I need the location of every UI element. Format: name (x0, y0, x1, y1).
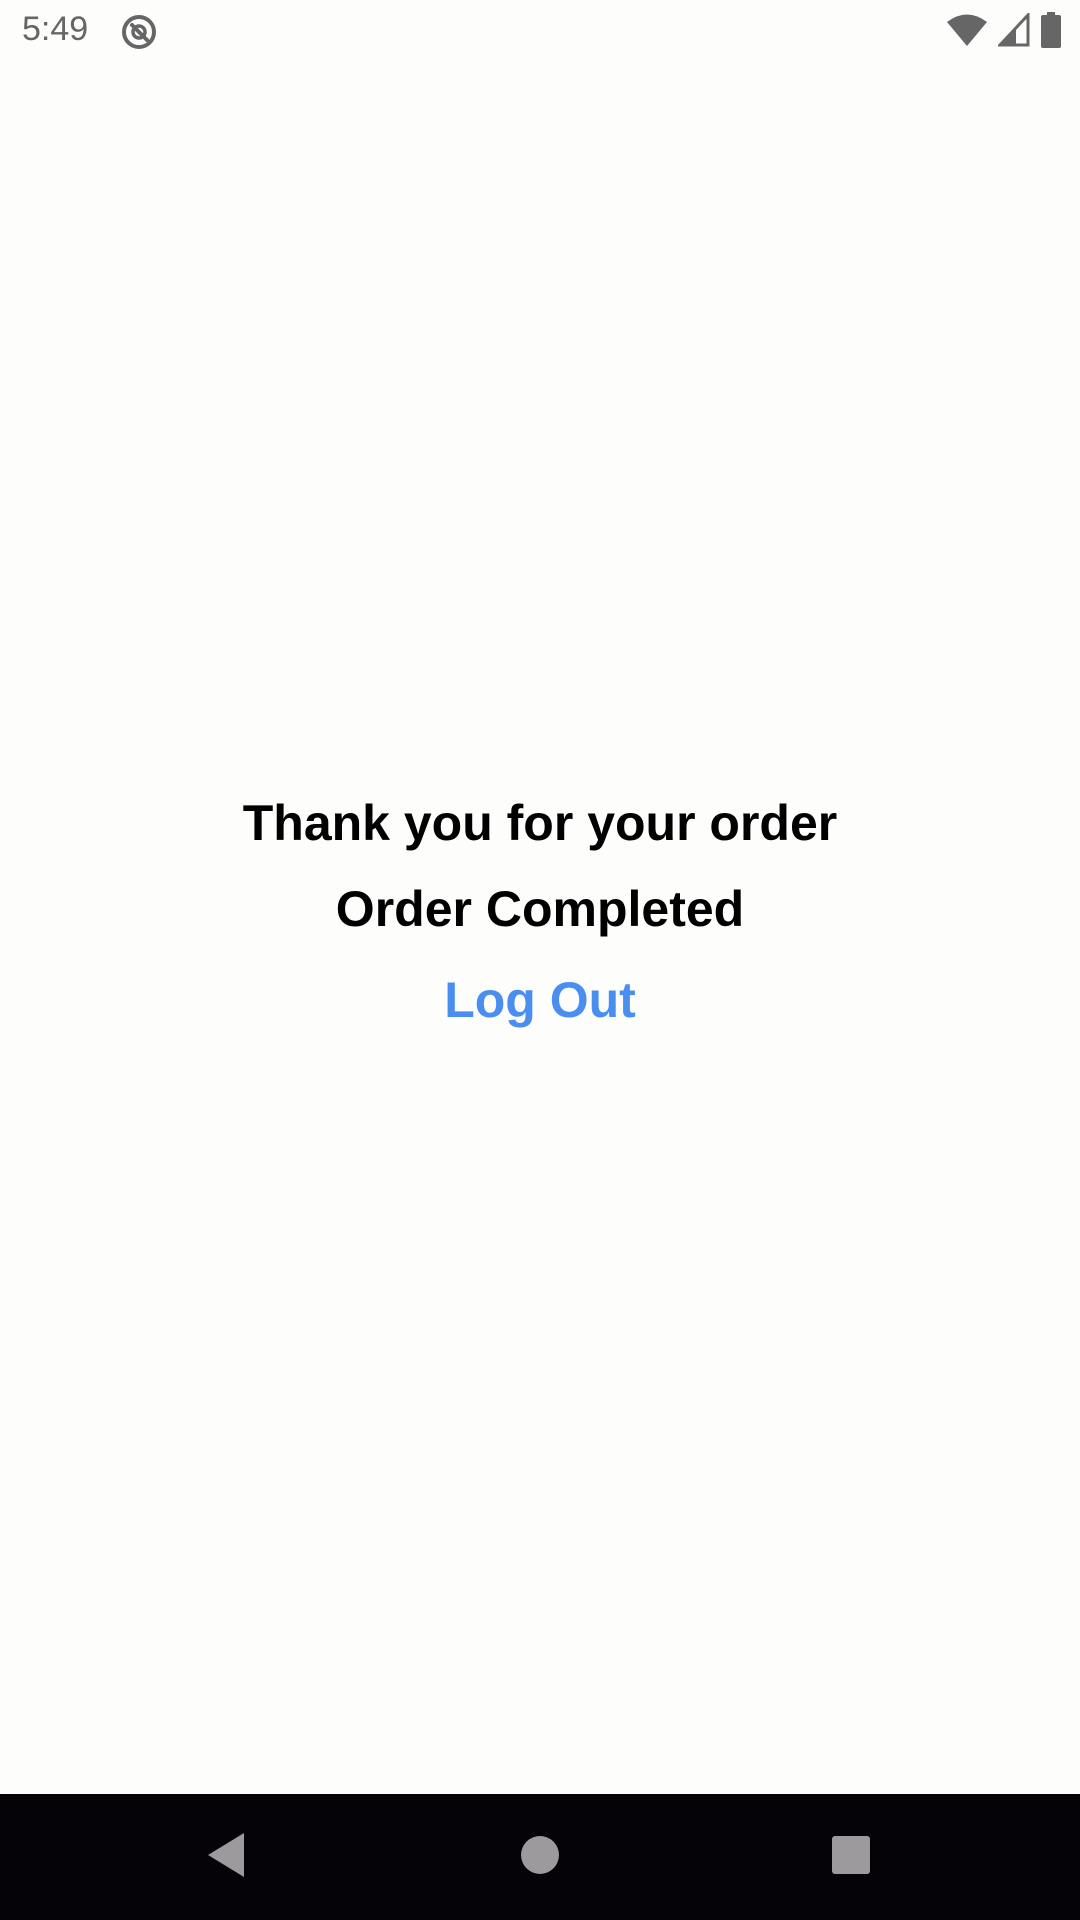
recents-square-icon (831, 1835, 871, 1880)
logout-button[interactable]: Log Out (434, 952, 646, 1048)
recents-button[interactable] (818, 1824, 884, 1890)
data-saver-icon (120, 13, 158, 51)
status-bar: 5:49 (0, 0, 1080, 64)
wifi-icon (946, 13, 988, 52)
back-triangle-icon (204, 1831, 248, 1884)
order-confirmation-screen: 5:49 Thank you for your order Order Comp… (0, 0, 1080, 1920)
status-time: 5:49 (22, 10, 89, 48)
back-button[interactable] (193, 1824, 259, 1890)
thanks-message: Thank you for your order (242, 795, 838, 851)
order-status: Order Completed (335, 881, 745, 937)
cell-signal-icon (996, 10, 1030, 52)
status-icons (946, 10, 1062, 53)
navigation-bar (0, 1794, 1080, 1920)
home-circle-icon (520, 1835, 560, 1880)
confirmation-content: Thank you for your order Order Completed… (0, 780, 1080, 1048)
battery-icon (1040, 11, 1062, 53)
home-button[interactable] (507, 1824, 573, 1890)
